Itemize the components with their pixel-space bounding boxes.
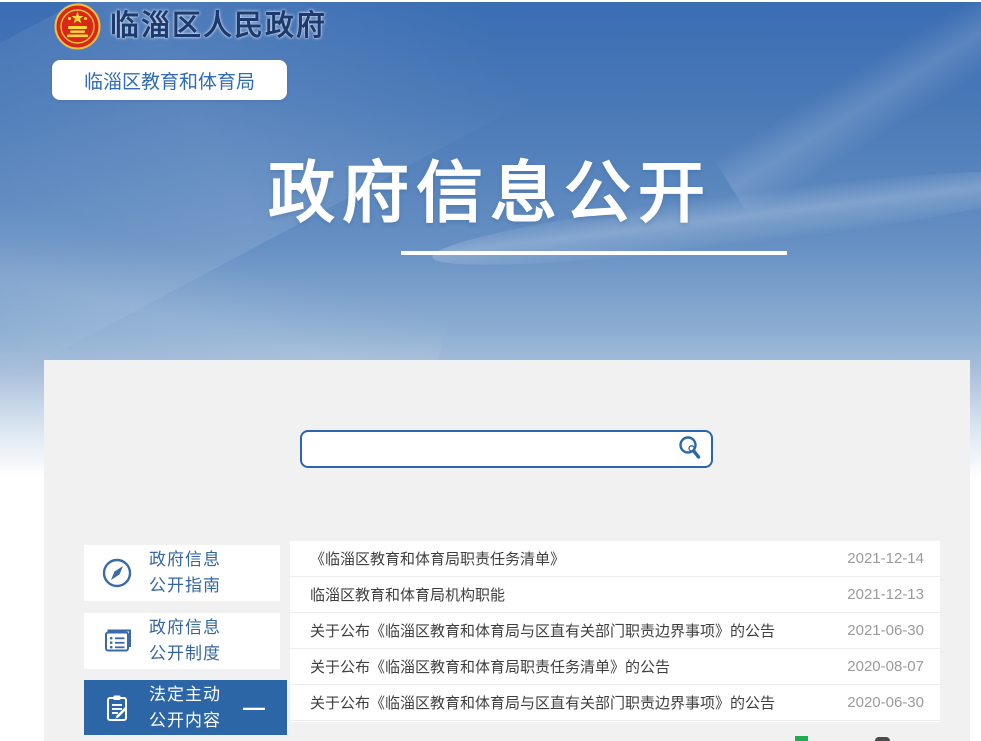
department-tab-label: 临淄区教育和体育局 — [84, 67, 255, 94]
collapse-minus-icon[interactable]: — — [243, 698, 265, 718]
department-tab[interactable]: 临淄区教育和体育局 — [52, 60, 287, 100]
national-emblem-icon[interactable] — [54, 3, 101, 50]
article-title[interactable]: 关于公布《临淄区教育和体育局与区直有关部门职责边界事项》的公告 — [310, 692, 835, 713]
article-title[interactable]: 临淄区教育和体育局机构职能 — [310, 584, 835, 605]
article-date: 2021-12-14 — [847, 550, 924, 567]
page: 临淄区人民政府 临淄区教育和体育局 政府信息公开 — [0, 0, 981, 741]
search-button[interactable] — [669, 432, 711, 466]
list-item[interactable]: 关于公布《临淄区教育和体育局职责任务清单》的公告 2020-08-07 — [290, 649, 940, 685]
compass-icon — [100, 556, 134, 590]
sidebar-item-rules[interactable]: 政府信息 公开制度 — [84, 613, 280, 669]
sidebar-item-guide[interactable]: 政府信息 公开指南 — [84, 545, 280, 601]
search-bar — [300, 430, 713, 468]
sidebar-item-label: 政府信息 公开指南 — [149, 547, 221, 599]
rulebook-icon — [100, 624, 134, 658]
cutoff-widget-icon — [795, 736, 808, 741]
list-item[interactable]: 临淄区教育和体育局机构职能 2021-12-13 — [290, 577, 940, 613]
title-underline — [401, 251, 787, 255]
article-date: 2020-08-07 — [847, 658, 924, 675]
sidebar-item-label: 法定主动 公开内容 — [149, 682, 221, 734]
search-input[interactable] — [302, 432, 669, 466]
cutoff-widget-icon — [875, 737, 890, 741]
site-title[interactable]: 临淄区人民政府 — [110, 2, 327, 44]
list-item[interactable]: 关于公布《临淄区教育和体育局与区直有关部门职责边界事项》的公告 2020-06-… — [290, 685, 940, 721]
list-item[interactable]: 《临淄区教育和体育局职责任务清单》 2021-12-14 — [290, 541, 940, 577]
article-title[interactable]: 关于公布《临淄区教育和体育局职责任务清单》的公告 — [310, 656, 835, 677]
clipboard-pen-icon — [100, 691, 134, 725]
article-title[interactable]: 关于公布《临淄区教育和体育局与区直有关部门职责边界事项》的公告 — [310, 620, 835, 641]
sidebar-item-mandatory-disclosure[interactable]: 法定主动 公开内容 — — [84, 680, 287, 735]
search-icon — [676, 434, 704, 465]
page-title: 政府信息公开 — [170, 148, 810, 240]
article-date: 2020-06-30 — [847, 694, 924, 711]
article-title[interactable]: 《临淄区教育和体育局职责任务清单》 — [310, 548, 835, 569]
sidebar-item-label: 政府信息 公开制度 — [149, 615, 221, 667]
article-list: 《临淄区教育和体育局职责任务清单》 2021-12-14 临淄区教育和体育局机构… — [290, 541, 940, 722]
article-date: 2021-12-13 — [847, 586, 924, 603]
article-date: 2021-06-30 — [847, 622, 924, 639]
list-item[interactable]: 关于公布《临淄区教育和体育局与区直有关部门职责边界事项》的公告 2021-06-… — [290, 613, 940, 649]
